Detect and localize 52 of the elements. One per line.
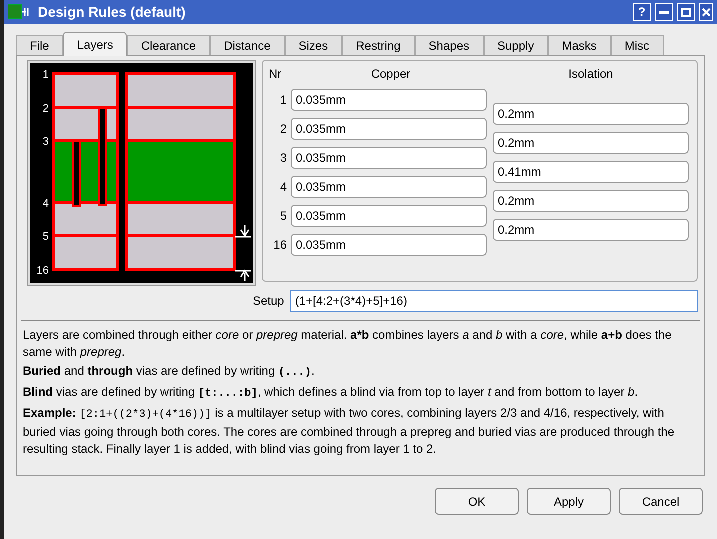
dialog-button[interactable]: Cancel: [619, 488, 703, 515]
column-header: Isolation: [568, 66, 614, 83]
help-text: Example: [2:1+((2*3)+(4*16))] is a multilayer setup with two cores, combining layers 2/3 and 4/16, respectively, with buried vias going through both cores. The cores are combined through a prepreg and buried vias are produced through the resulting stack. Finally layer 1 is added, with blind vias going from layer 1 to 2.: [23, 405, 676, 458]
setup-field[interactable]: (1+[4:2+(3*4)+5]+16): [290, 290, 698, 312]
tab[interactable]: Shapes: [414, 35, 484, 55]
window-title: Design Rules (default): [38, 2, 186, 22]
tab[interactable]: Clearance: [127, 35, 210, 55]
close-icon: [702, 8, 710, 16]
layer-number: 4: [279, 179, 287, 196]
close-button[interactable]: [699, 3, 713, 21]
layer-number: 2: [279, 121, 287, 138]
copper-thickness-field[interactable]: 0.035mm: [291, 234, 487, 256]
maximize-button[interactable]: [677, 3, 695, 21]
isolation-thickness-field[interactable]: 0.41mm: [493, 161, 689, 183]
app-icon: [8, 4, 30, 20]
tab[interactable]: Layers: [63, 32, 128, 56]
layer-number: 2: [42, 103, 49, 115]
help-text: Blind vias are defined by writing [t:...:b], which defines a blind via from top to layer t and from bottom to layer b.: [23, 384, 640, 402]
isolation-thickness-field[interactable]: 0.2mm: [493, 219, 689, 241]
minimize-button[interactable]: [655, 3, 673, 21]
isolation-thickness-field[interactable]: 0.2mm: [493, 190, 689, 212]
tab[interactable]: Misc: [610, 35, 664, 55]
tab[interactable]: File: [16, 35, 64, 55]
column-header: Copper: [370, 66, 412, 83]
layer-number: 4: [42, 198, 49, 210]
tab[interactable]: Sizes: [284, 35, 342, 55]
copper-thickness-field[interactable]: 0.035mm: [291, 176, 487, 198]
layer-number: 16: [36, 265, 49, 277]
layer-number: 1: [279, 92, 287, 109]
copper-thickness-field[interactable]: 0.035mm: [291, 89, 487, 111]
tab[interactable]: Masks: [548, 35, 611, 55]
isolation-thickness-field[interactable]: 0.2mm: [493, 103, 689, 125]
setup-label: Setup: [253, 293, 284, 310]
column-header: Nr: [269, 66, 283, 83]
layer-number: 5: [42, 231, 49, 243]
layer-number: 3: [42, 136, 49, 148]
help-button[interactable]: ?: [633, 3, 651, 21]
layer-number: 16: [272, 237, 287, 254]
layer-number: 1: [42, 69, 49, 81]
help-text: Layers are combined through either core or prepreg material. a*b combines layers a and b with a core, while a+b does the same with prepreg.: [23, 327, 673, 361]
copper-thickness-field[interactable]: 0.035mm: [291, 205, 487, 227]
copper-thickness-field[interactable]: 0.035mm: [291, 147, 487, 169]
dialog-button[interactable]: OK: [435, 488, 519, 515]
isolation-thickness-field[interactable]: 0.2mm: [493, 132, 689, 154]
tab[interactable]: Supply: [484, 35, 548, 55]
help-text: Buried and through vias are defined by writing (...).: [23, 363, 316, 381]
dialog-button[interactable]: Apply: [527, 488, 611, 515]
layer-number: 3: [279, 150, 287, 167]
copper-thickness-field[interactable]: 0.035mm: [291, 118, 487, 140]
tab[interactable]: Restring: [342, 35, 415, 55]
layer-number: 5: [279, 208, 287, 225]
tab[interactable]: Distance: [210, 35, 285, 55]
